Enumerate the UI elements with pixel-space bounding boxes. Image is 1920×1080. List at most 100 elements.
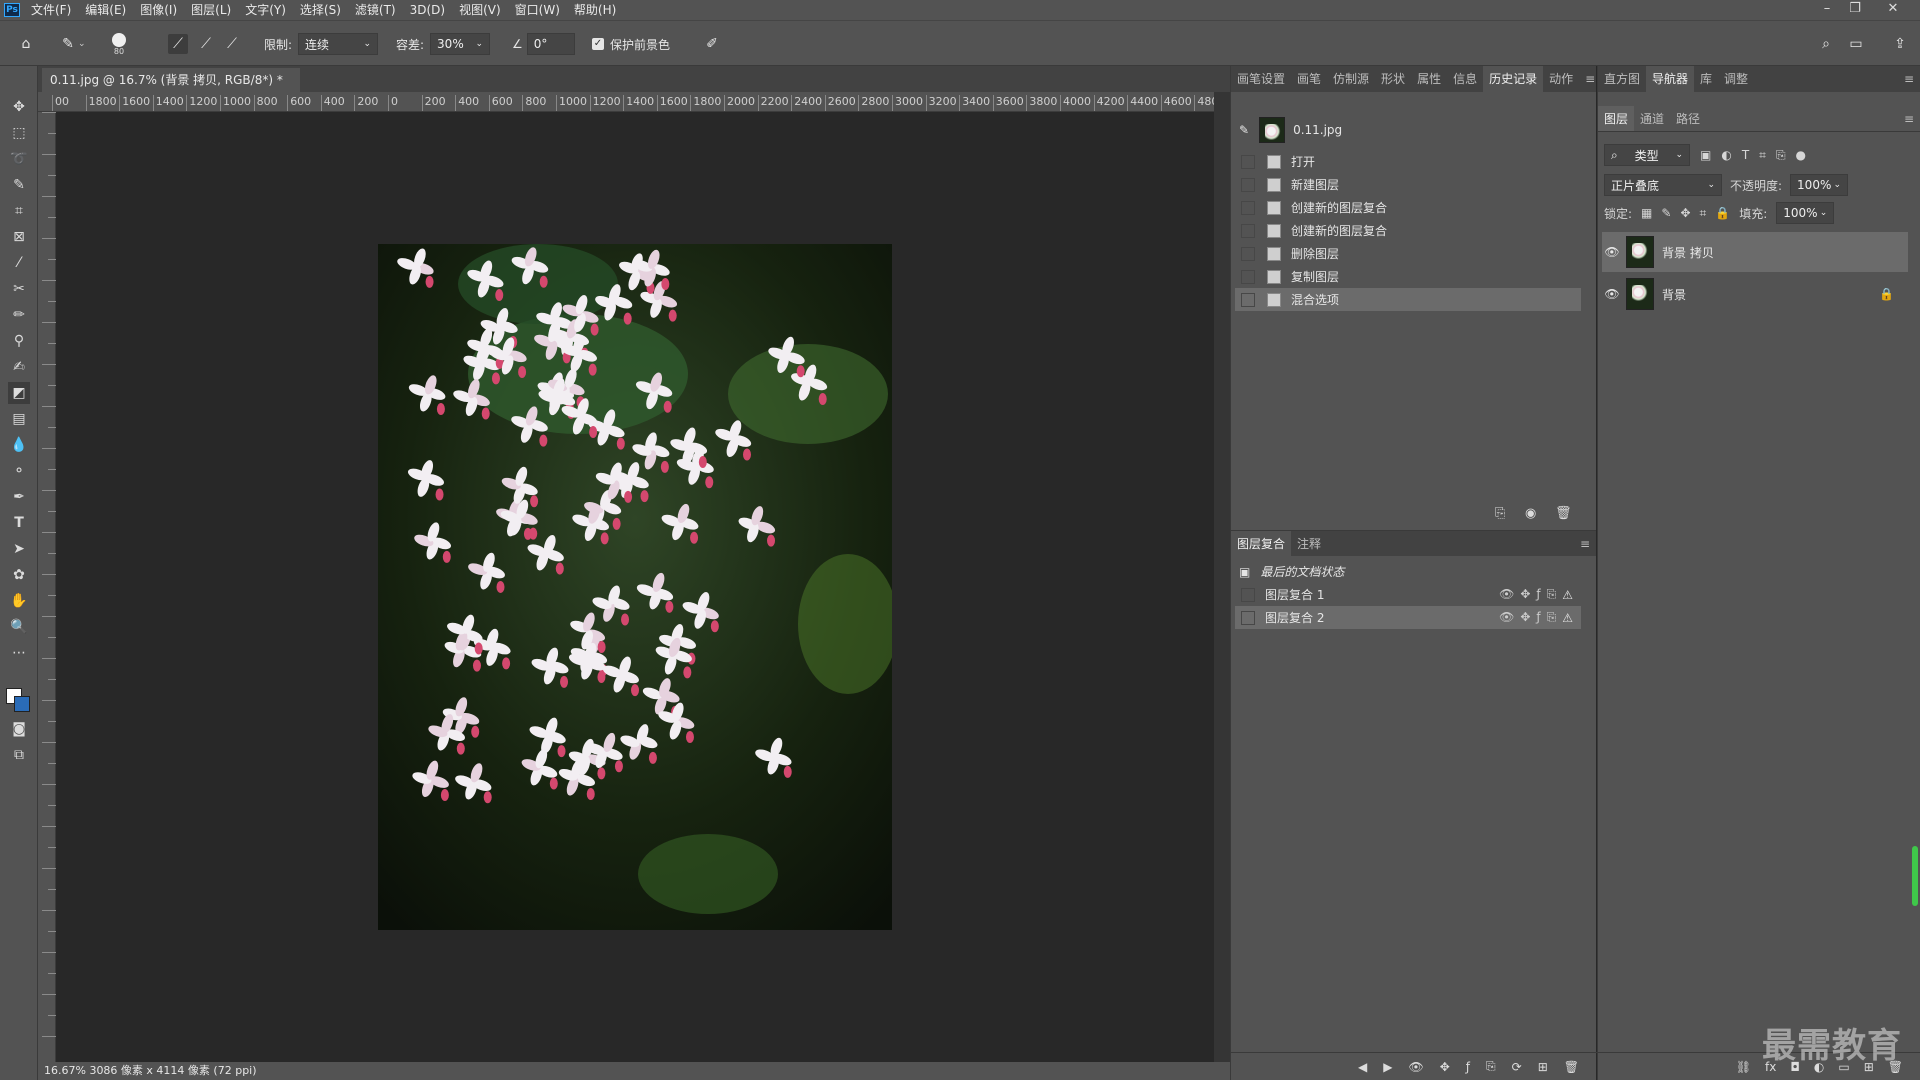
menu-select[interactable]: 选择(S) <box>293 0 348 20</box>
layer-comp-item[interactable]: 图层复合 1 👁✥ƒ⎘ ⚠ <box>1235 583 1581 606</box>
lasso-tool-icon[interactable]: ➰ <box>8 148 30 170</box>
angle-input[interactable]: 0° <box>526 33 575 55</box>
history-brush-source-icon[interactable]: ✎ <box>1239 123 1249 137</box>
document-tab[interactable]: 0.11.jpg @ 16.7% (背景 拷贝, RGB/8*) * × <box>42 68 300 111</box>
update-visibility-icon[interactable]: 👁 <box>1409 1060 1424 1074</box>
canvas-area[interactable] <box>56 112 1214 1062</box>
layer-filter-select[interactable]: ⌕ 类型 ⌄ <box>1604 144 1690 166</box>
tab-actions[interactable]: 动作 <box>1543 66 1579 92</box>
limit-select[interactable]: 连续 ⌄ <box>298 33 379 55</box>
menu-window[interactable]: 窗口(W) <box>508 0 567 20</box>
history-item[interactable]: 创建新的图层复合 <box>1235 196 1581 219</box>
tool-preset-icon[interactable]: ✎ <box>58 34 78 54</box>
new-comp-icon[interactable]: ⊞ <box>1538 1060 1548 1074</box>
history-item[interactable]: 删除图层 <box>1235 242 1581 265</box>
layer-visibility-eye-icon[interactable]: 👁 <box>1602 245 1622 259</box>
history-item[interactable]: 创建新的图层复合 <box>1235 219 1581 242</box>
filter-type-icon[interactable]: T <box>1742 148 1749 162</box>
previous-comp-icon[interactable]: ◀ <box>1358 1060 1367 1074</box>
last-document-state[interactable]: ▣ 最后的文档状态 <box>1235 560 1581 583</box>
filter-smart-object-icon[interactable]: ⎘ <box>1776 148 1786 163</box>
blend-mode-select[interactable]: 正片叠底 ⌄ <box>1604 174 1722 196</box>
eyedropper-tool-icon[interactable]: ⁄ <box>8 252 30 274</box>
restore-button[interactable]: ❐ <box>1842 0 1868 20</box>
frame-tool-icon[interactable]: ⊠ <box>8 226 30 248</box>
tab-adjustments[interactable]: 调整 <box>1718 66 1754 92</box>
menu-image[interactable]: 图像(I) <box>133 0 184 20</box>
search-icon[interactable]: ⌕ <box>1816 34 1836 54</box>
history-item-selected[interactable]: 混合选项 <box>1235 288 1581 311</box>
brush-preview-icon[interactable] <box>112 32 126 47</box>
menu-help[interactable]: 帮助(H) <box>567 0 623 20</box>
delete-comp-icon[interactable]: 🗑 <box>1564 1060 1579 1074</box>
update-comp-icon[interactable]: ⎘ <box>1486 1059 1496 1074</box>
pen-tool-icon[interactable]: ✒ <box>8 486 30 508</box>
menu-edit[interactable]: 编辑(E) <box>78 0 133 20</box>
tolerance-input[interactable]: 30% ⌄ <box>430 33 491 55</box>
warning-icon[interactable]: ⚠ <box>1562 611 1573 625</box>
type-tool-icon[interactable]: T <box>8 512 30 534</box>
tab-brushes[interactable]: 画笔 <box>1291 66 1327 92</box>
filter-pixel-icon[interactable]: ▣ <box>1700 148 1711 162</box>
history-snapshot[interactable]: ✎ 0.11.jpg <box>1235 114 1581 146</box>
quick-select-tool-icon[interactable]: ✎ <box>8 174 30 196</box>
new-document-from-state-icon[interactable]: ⎘ <box>1495 506 1505 521</box>
screen-mode-icon[interactable]: ⧉ <box>8 744 30 766</box>
pressure-size-icon[interactable]: ✐ <box>702 34 722 54</box>
layer-comp-item-selected[interactable]: 图层复合 2 👁✥ƒ⎘ ⚠ <box>1235 606 1581 629</box>
warning-icon[interactable]: ⚠ <box>1562 588 1573 602</box>
background-color-swatch[interactable] <box>14 696 30 712</box>
link-layers-icon[interactable]: ⛓ <box>1736 1060 1751 1074</box>
move-tool-icon[interactable]: ✥ <box>8 96 30 118</box>
update-style-icon[interactable]: ƒ <box>1466 1060 1470 1074</box>
filter-toggle-icon[interactable]: ● <box>1796 148 1806 162</box>
lock-position-icon[interactable]: ✥ <box>1680 206 1690 220</box>
close-window-button[interactable]: ✕ <box>1880 0 1906 20</box>
layer-name[interactable]: 背景 拷贝 <box>1662 244 1714 261</box>
tab-layers[interactable]: 图层 <box>1598 106 1635 131</box>
minimize-button[interactable]: – <box>1814 0 1840 20</box>
gradient-tool-icon[interactable]: ▤ <box>8 408 30 430</box>
sampling-continuous-icon[interactable]: ⟋ <box>168 34 188 54</box>
right-panel-menu-icon[interactable]: ≡ <box>1898 66 1920 92</box>
opacity-input[interactable]: 100% ⌄ <box>1790 174 1849 196</box>
layer-row[interactable]: 👁 背景 🔒 <box>1602 274 1908 314</box>
comp-visibility-position-style-icons[interactable]: 👁✥ƒ⎘ <box>1499 587 1562 602</box>
next-comp-icon[interactable]: ▶ <box>1383 1060 1392 1074</box>
menu-filter[interactable]: 滤镜(T) <box>348 0 403 20</box>
filter-shape-icon[interactable]: ⌗ <box>1759 148 1766 163</box>
lock-all-icon[interactable]: 🔒 <box>1715 206 1730 220</box>
lock-pixels-icon[interactable]: ✎ <box>1661 206 1671 220</box>
menu-type[interactable]: 文字(Y) <box>238 0 293 20</box>
healing-tool-icon[interactable]: ✂ <box>8 278 30 300</box>
history-brush-tool-icon[interactable]: ✍ <box>8 356 30 378</box>
workspace-icon[interactable]: ▭ <box>1846 34 1866 54</box>
lock-transparent-icon[interactable]: ▦ <box>1641 206 1652 220</box>
tab-history[interactable]: 历史记录 <box>1483 66 1544 92</box>
layers-panel-menu-icon[interactable]: ≡ <box>1898 106 1920 131</box>
comps-panel-menu-icon[interactable]: ≡ <box>1574 531 1596 556</box>
history-item[interactable]: 复制图层 <box>1235 265 1581 288</box>
layer-visibility-eye-icon[interactable]: 👁 <box>1602 287 1622 301</box>
tab-layer-comps[interactable]: 图层复合 <box>1231 531 1292 556</box>
filter-adjustment-icon[interactable]: ◐ <box>1721 148 1731 162</box>
more-tools-icon[interactable]: ⋯ <box>8 642 30 664</box>
path-select-tool-icon[interactable]: ➤ <box>8 538 30 560</box>
tab-clone-source[interactable]: 仿制源 <box>1327 66 1375 92</box>
sampling-once-icon[interactable]: ⟋ <box>196 34 216 54</box>
layer-row-selected[interactable]: 👁 背景 拷贝 <box>1602 232 1908 272</box>
refresh-icon[interactable]: ⟳ <box>1512 1060 1522 1074</box>
tab-channels[interactable]: 通道 <box>1634 106 1670 131</box>
shape-tool-icon[interactable]: ✿ <box>8 564 30 586</box>
menu-layer[interactable]: 图层(L) <box>184 0 238 20</box>
lock-artboard-icon[interactable]: ⌗ <box>1700 206 1707 221</box>
ruler-vertical[interactable] <box>38 112 56 1062</box>
background-eraser-tool-icon[interactable]: ◩ <box>8 382 30 404</box>
crop-tool-icon[interactable]: ⌗ <box>8 200 30 222</box>
tab-properties[interactable]: 属性 <box>1411 66 1447 92</box>
hand-tool-icon[interactable]: ✋ <box>8 590 30 612</box>
menu-3d[interactable]: 3D(D) <box>403 0 452 20</box>
tab-notes[interactable]: 注释 <box>1291 531 1327 556</box>
panel-scroll-indicator[interactable] <box>1912 846 1918 906</box>
new-snapshot-icon[interactable]: ◉ <box>1525 506 1536 521</box>
